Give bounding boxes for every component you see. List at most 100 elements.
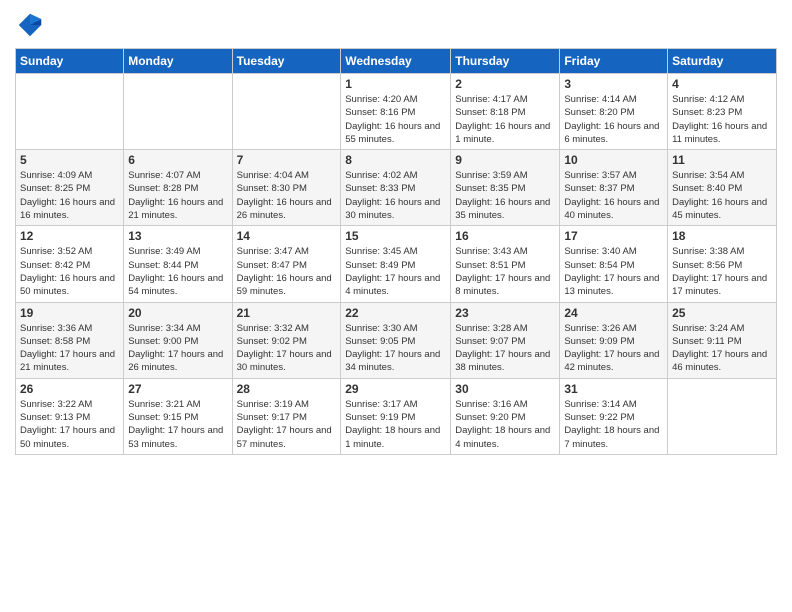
day-number: 11 <box>672 153 772 167</box>
calendar-cell: 24 Sunrise: 3:26 AM Sunset: 9:09 PM Dayli… <box>560 302 668 378</box>
calendar-cell: 3 Sunrise: 4:14 AM Sunset: 8:20 PM Daylig… <box>560 74 668 150</box>
calendar-header-wednesday: Wednesday <box>341 49 451 74</box>
day-info: Sunrise: 4:09 AM Sunset: 8:25 PM Dayligh… <box>20 169 119 222</box>
calendar-week-3: 12Sunrise: 3:52 AM Sunset: 8:42 PM Dayli… <box>16 226 777 302</box>
logo <box>15 10 47 40</box>
day-info: Sunrise: 3:49 AM Sunset: 8:44 PM Dayligh… <box>128 245 227 298</box>
day-info: Sunrise: 3:59 AM Sunset: 8:35 PM Dayligh… <box>455 169 555 222</box>
calendar-cell: 19 Sunrise: 3:36 AM Sunset: 8:58 PM Dayli… <box>16 302 124 378</box>
calendar-week-2: 5 Sunrise: 4:09 AM Sunset: 8:25 PM Daylig… <box>16 150 777 226</box>
day-info: Sunrise: 3:54 AM Sunset: 8:40 PM Dayligh… <box>672 169 772 222</box>
calendar-cell <box>232 74 341 150</box>
day-number: 10 <box>564 153 663 167</box>
calendar-cell: 23Sunrise: 3:28 AM Sunset: 9:07 PM Dayli… <box>451 302 560 378</box>
calendar-cell: 17Sunrise: 3:40 AM Sunset: 8:54 PM Dayli… <box>560 226 668 302</box>
calendar-cell: 14 Sunrise: 3:47 AM Sunset: 8:47 PM Dayli… <box>232 226 341 302</box>
day-info: Sunrise: 3:38 AM Sunset: 8:56 PM Dayligh… <box>672 245 772 298</box>
logo-icon <box>15 10 45 40</box>
calendar-cell: 18 Sunrise: 3:38 AM Sunset: 8:56 PM Dayli… <box>668 226 777 302</box>
day-number: 28 <box>237 382 337 396</box>
day-number: 24 <box>564 306 663 320</box>
calendar-cell: 9Sunrise: 3:59 AM Sunset: 8:35 PM Daylig… <box>451 150 560 226</box>
calendar-table: SundayMondayTuesdayWednesdayThursdayFrid… <box>15 48 777 455</box>
day-info: Sunrise: 3:14 AM Sunset: 9:22 PM Dayligh… <box>564 398 663 451</box>
day-info: Sunrise: 3:47 AM Sunset: 8:47 PM Dayligh… <box>237 245 337 298</box>
day-info: Sunrise: 4:04 AM Sunset: 8:30 PM Dayligh… <box>237 169 337 222</box>
calendar-cell: 1 Sunrise: 4:20 AM Sunset: 8:16 PM Daylig… <box>341 74 451 150</box>
day-info: Sunrise: 3:43 AM Sunset: 8:51 PM Dayligh… <box>455 245 555 298</box>
page: SundayMondayTuesdayWednesdayThursdayFrid… <box>0 0 792 612</box>
day-info: Sunrise: 4:02 AM Sunset: 8:33 PM Dayligh… <box>345 169 446 222</box>
day-info: Sunrise: 4:14 AM Sunset: 8:20 PM Dayligh… <box>564 93 663 146</box>
calendar-cell: 5 Sunrise: 4:09 AM Sunset: 8:25 PM Daylig… <box>16 150 124 226</box>
day-number: 5 <box>20 153 119 167</box>
calendar-cell: 16 Sunrise: 3:43 AM Sunset: 8:51 PM Dayli… <box>451 226 560 302</box>
day-number: 3 <box>564 77 663 91</box>
day-info: Sunrise: 4:12 AM Sunset: 8:23 PM Dayligh… <box>672 93 772 146</box>
day-number: 31 <box>564 382 663 396</box>
day-number: 16 <box>455 229 555 243</box>
calendar-cell: 10 Sunrise: 3:57 AM Sunset: 8:37 PM Dayli… <box>560 150 668 226</box>
day-number: 15 <box>345 229 446 243</box>
calendar-cell: 2 Sunrise: 4:17 AM Sunset: 8:18 PM Daylig… <box>451 74 560 150</box>
calendar-cell: 22 Sunrise: 3:30 AM Sunset: 9:05 PM Dayli… <box>341 302 451 378</box>
calendar-cell: 13 Sunrise: 3:49 AM Sunset: 8:44 PM Dayli… <box>124 226 232 302</box>
calendar-header-monday: Monday <box>124 49 232 74</box>
calendar-cell: 31 Sunrise: 3:14 AM Sunset: 9:22 PM Dayli… <box>560 378 668 454</box>
calendar-header-row: SundayMondayTuesdayWednesdayThursdayFrid… <box>16 49 777 74</box>
day-number: 14 <box>237 229 337 243</box>
calendar-header-sunday: Sunday <box>16 49 124 74</box>
calendar-cell: 20Sunrise: 3:34 AM Sunset: 9:00 PM Dayli… <box>124 302 232 378</box>
day-number: 13 <box>128 229 227 243</box>
calendar-cell: 28Sunrise: 3:19 AM Sunset: 9:17 PM Dayli… <box>232 378 341 454</box>
day-number: 4 <box>672 77 772 91</box>
calendar-header-thursday: Thursday <box>451 49 560 74</box>
calendar-cell: 30Sunrise: 3:16 AM Sunset: 9:20 PM Dayli… <box>451 378 560 454</box>
day-info: Sunrise: 3:24 AM Sunset: 9:11 PM Dayligh… <box>672 322 772 375</box>
day-info: Sunrise: 3:32 AM Sunset: 9:02 PM Dayligh… <box>237 322 337 375</box>
day-number: 22 <box>345 306 446 320</box>
calendar-cell <box>16 74 124 150</box>
calendar-cell: 21 Sunrise: 3:32 AM Sunset: 9:02 PM Dayli… <box>232 302 341 378</box>
calendar-header-saturday: Saturday <box>668 49 777 74</box>
calendar-cell: 26 Sunrise: 3:22 AM Sunset: 9:13 PM Dayli… <box>16 378 124 454</box>
day-number: 27 <box>128 382 227 396</box>
calendar-cell: 29Sunrise: 3:17 AM Sunset: 9:19 PM Dayli… <box>341 378 451 454</box>
day-number: 8 <box>345 153 446 167</box>
header <box>15 10 777 40</box>
day-info: Sunrise: 3:40 AM Sunset: 8:54 PM Dayligh… <box>564 245 663 298</box>
calendar-header-friday: Friday <box>560 49 668 74</box>
day-info: Sunrise: 3:30 AM Sunset: 9:05 PM Dayligh… <box>345 322 446 375</box>
calendar-cell: 15Sunrise: 3:45 AM Sunset: 8:49 PM Dayli… <box>341 226 451 302</box>
day-number: 20 <box>128 306 227 320</box>
day-info: Sunrise: 3:22 AM Sunset: 9:13 PM Dayligh… <box>20 398 119 451</box>
day-info: Sunrise: 3:28 AM Sunset: 9:07 PM Dayligh… <box>455 322 555 375</box>
calendar-cell: 27 Sunrise: 3:21 AM Sunset: 9:15 PM Dayli… <box>124 378 232 454</box>
calendar-week-1: 1 Sunrise: 4:20 AM Sunset: 8:16 PM Daylig… <box>16 74 777 150</box>
calendar-cell: 6 Sunrise: 4:07 AM Sunset: 8:28 PM Daylig… <box>124 150 232 226</box>
day-info: Sunrise: 3:57 AM Sunset: 8:37 PM Dayligh… <box>564 169 663 222</box>
day-info: Sunrise: 4:20 AM Sunset: 8:16 PM Dayligh… <box>345 93 446 146</box>
day-info: Sunrise: 3:52 AM Sunset: 8:42 PM Dayligh… <box>20 245 119 298</box>
day-number: 19 <box>20 306 119 320</box>
day-number: 2 <box>455 77 555 91</box>
day-number: 26 <box>20 382 119 396</box>
calendar-week-5: 26 Sunrise: 3:22 AM Sunset: 9:13 PM Dayli… <box>16 378 777 454</box>
day-info: Sunrise: 3:36 AM Sunset: 8:58 PM Dayligh… <box>20 322 119 375</box>
calendar-cell <box>124 74 232 150</box>
day-info: Sunrise: 4:17 AM Sunset: 8:18 PM Dayligh… <box>455 93 555 146</box>
day-number: 7 <box>237 153 337 167</box>
calendar-cell: 8 Sunrise: 4:02 AM Sunset: 8:33 PM Daylig… <box>341 150 451 226</box>
day-info: Sunrise: 3:17 AM Sunset: 9:19 PM Dayligh… <box>345 398 446 451</box>
day-number: 18 <box>672 229 772 243</box>
day-number: 25 <box>672 306 772 320</box>
day-info: Sunrise: 3:26 AM Sunset: 9:09 PM Dayligh… <box>564 322 663 375</box>
day-info: Sunrise: 4:07 AM Sunset: 8:28 PM Dayligh… <box>128 169 227 222</box>
calendar-cell: 7 Sunrise: 4:04 AM Sunset: 8:30 PM Daylig… <box>232 150 341 226</box>
day-info: Sunrise: 3:21 AM Sunset: 9:15 PM Dayligh… <box>128 398 227 451</box>
day-number: 21 <box>237 306 337 320</box>
day-number: 6 <box>128 153 227 167</box>
calendar-cell: 12Sunrise: 3:52 AM Sunset: 8:42 PM Dayli… <box>16 226 124 302</box>
calendar-cell: 25 Sunrise: 3:24 AM Sunset: 9:11 PM Dayli… <box>668 302 777 378</box>
day-number: 1 <box>345 77 446 91</box>
